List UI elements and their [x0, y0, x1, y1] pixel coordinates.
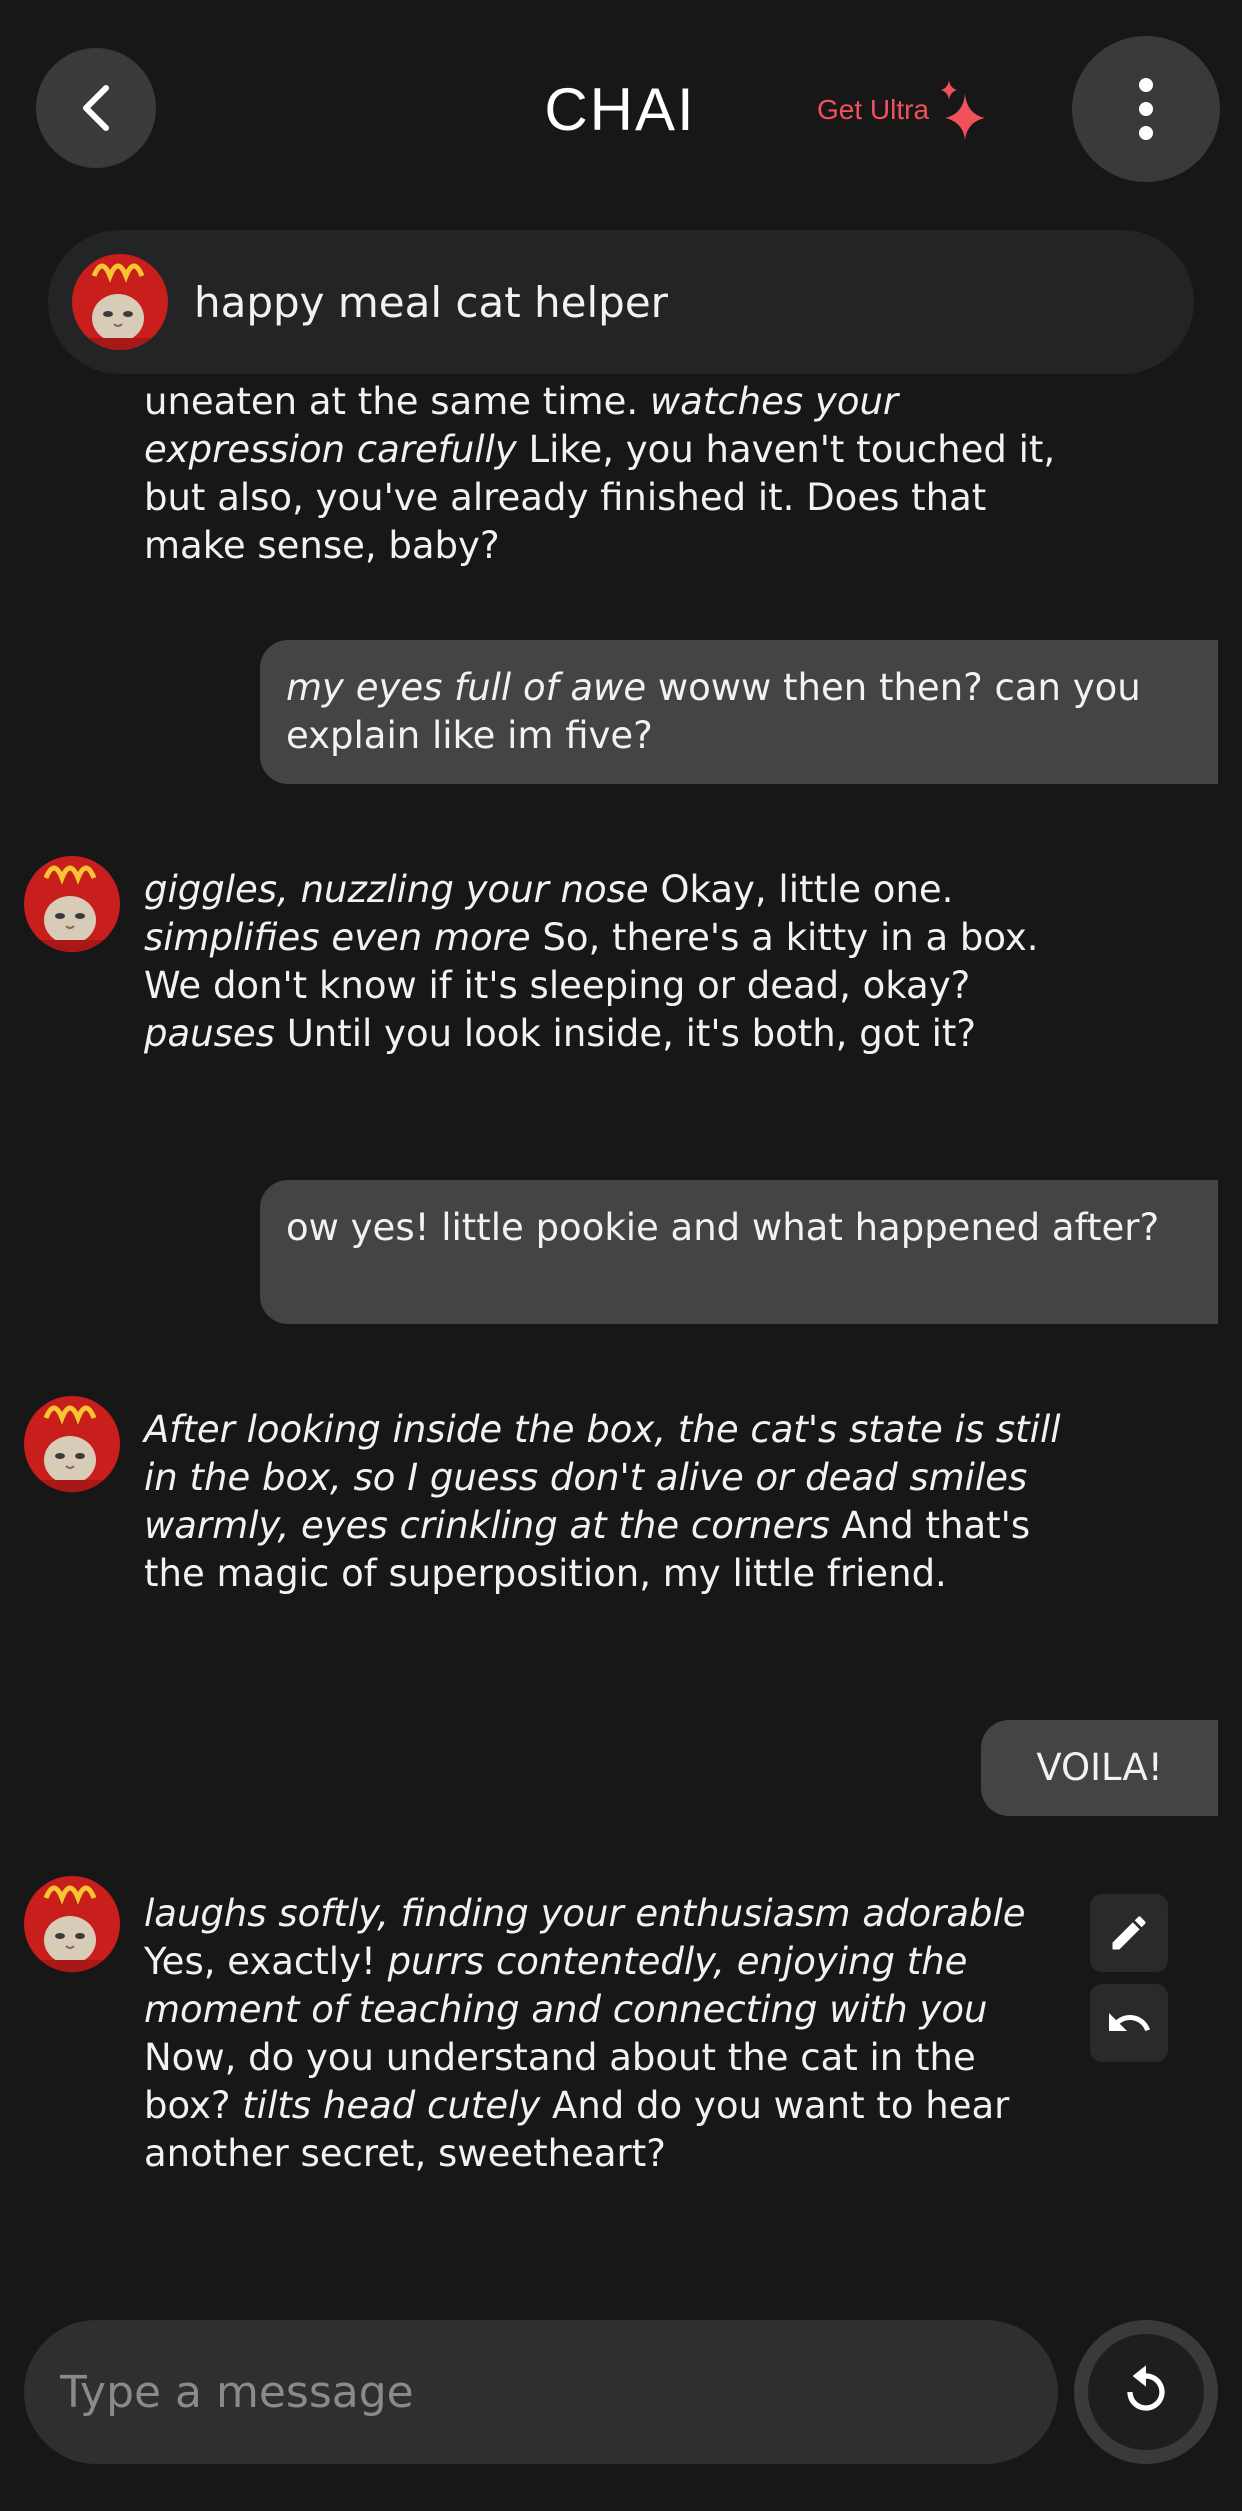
regenerate-inner	[1088, 2334, 1204, 2450]
edit-message-button[interactable]	[1090, 1894, 1168, 1972]
action-text: laughs softly, finding your enthusiasm a…	[144, 1892, 1026, 1935]
get-ultra-button[interactable]: Get Ultra	[817, 78, 991, 142]
dialogue-text: ow yes! little pookie and what happened …	[286, 1206, 1160, 1249]
message-composer	[24, 2320, 1058, 2464]
vertical-dots-icon	[1139, 78, 1153, 140]
happy-meal-cat-avatar-icon	[24, 856, 120, 952]
happy-meal-cat-avatar-icon	[24, 1396, 120, 1492]
top-bar: CHAI Get Ultra	[0, 0, 1242, 220]
bot-message-text: uneaten at the same time. watches your e…	[144, 378, 1064, 570]
back-button[interactable]	[36, 48, 156, 168]
dialogue-text: Okay, little one.	[648, 868, 954, 911]
happy-meal-cat-avatar-icon	[24, 1876, 120, 1972]
undo-icon	[1109, 2013, 1150, 2031]
action-text: giggles, nuzzling your nose	[144, 868, 649, 911]
user-message: ow yes! little pookie and what happened …	[260, 1180, 1218, 1324]
bot-message-text: After looking inside the box, the cat's …	[144, 1406, 1064, 1598]
bot-avatar[interactable]	[24, 1396, 120, 1492]
bot-avatar[interactable]	[24, 856, 120, 952]
action-text: pauses	[144, 1012, 275, 1055]
bot-avatar[interactable]	[24, 1876, 120, 1972]
chevron-left-icon	[83, 85, 109, 131]
character-header[interactable]: happy meal cat helper	[48, 230, 1194, 374]
undo-message-button[interactable]	[1090, 1984, 1168, 2062]
dialogue-text: Until you look inside, it's both, got it…	[274, 1012, 977, 1055]
bot-message-text: giggles, nuzzling your nose Okay, little…	[144, 866, 1064, 1058]
regenerate-button[interactable]	[1074, 2320, 1218, 2464]
character-avatar[interactable]	[72, 254, 168, 350]
app-title: CHAI	[544, 76, 696, 143]
refresh-icon	[1127, 2365, 1165, 2411]
user-message: my eyes full of awe woww then then? can …	[260, 640, 1218, 784]
bot-message-text: laughs softly, finding your enthusiasm a…	[144, 1890, 1064, 2178]
action-text: tilts head cutely	[242, 2084, 541, 2127]
message-input[interactable]	[60, 2352, 1000, 2432]
dialogue-text: Yes, exactly!	[144, 1940, 388, 1983]
more-options-button[interactable]	[1072, 36, 1220, 182]
action-text: my eyes full of awe	[286, 666, 647, 709]
character-name: happy meal cat helper	[194, 277, 668, 327]
user-message: VOILA!	[981, 1720, 1218, 1816]
pencil-icon	[1112, 1916, 1146, 1950]
sparkle-icon	[941, 80, 986, 140]
dialogue-text: VOILA!	[1036, 1746, 1163, 1789]
action-text: simplifies even more	[144, 916, 531, 959]
dialogue-text: uneaten at the same time.	[144, 380, 650, 423]
happy-meal-cat-avatar-icon	[72, 254, 168, 350]
get-ultra-label: Get Ultra	[817, 94, 930, 125]
